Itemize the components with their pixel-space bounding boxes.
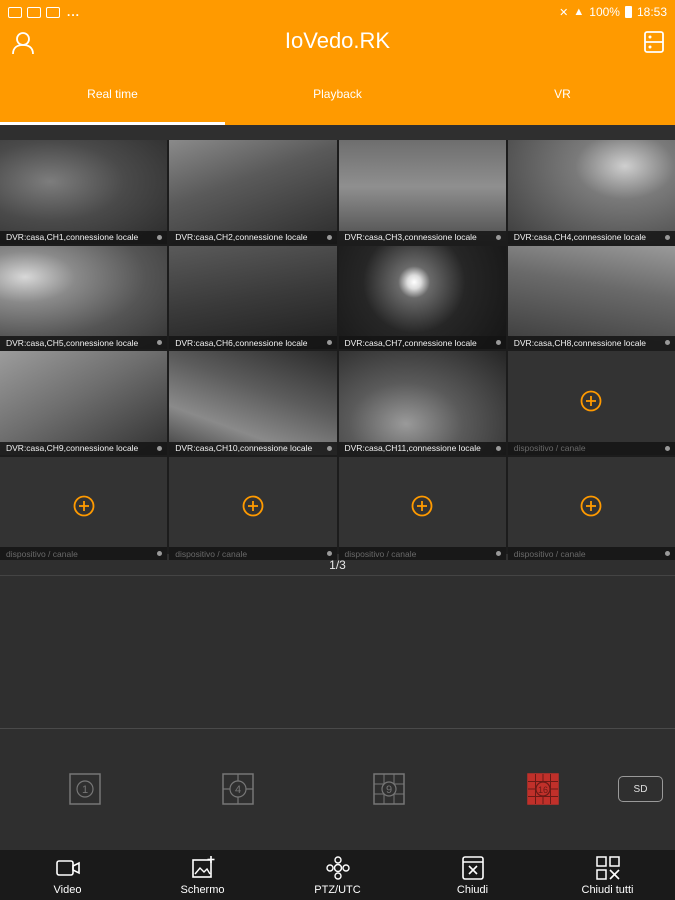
bottom-toolbar: Video Schermo PTZ/UTC Chiudi Chiudi tutt… [0,850,675,900]
close-all-icon [595,856,620,880]
camera-tile[interactable]: DVR:casa,CH2,connessione locale [169,140,337,244]
status-dot [157,234,163,240]
camera-grid: DVR:casa,CH1,connessione locale DVR:casa,… [0,140,675,560]
add-channel-icon[interactable] [242,495,264,517]
status-dot [665,340,670,345]
status-dot [495,234,501,240]
camera-label: DVR:casa,CH6,connessione locale [169,336,337,349]
add-channel-icon[interactable] [411,495,433,517]
camera-tile[interactable]: DVR:casa,CH7,connessione locale [338,245,506,349]
split-9-button[interactable]: 9 [373,773,405,805]
sd-quality-button[interactable]: SD [618,776,663,802]
camera-label: DVR:casa,CH4,connessione locale [507,230,675,244]
add-channel-icon[interactable] [580,495,602,517]
camera-feed [338,351,506,455]
divider [0,728,675,729]
camera-feed [169,140,337,244]
camera-feed [0,245,168,349]
close-button[interactable]: Chiudi [405,850,540,900]
svg-text:1: 1 [82,784,88,796]
camera-tile[interactable]: DVR:casa,CH9,connessione locale [0,351,168,455]
app-root: ... ✕ ▲ 100% 18:53 IoVedo.RK Real time P… [0,0,675,900]
signal-icon: ▲ [573,6,585,18]
close-window-icon [461,856,484,880]
ptz-icon [325,856,350,880]
camera-label: DVR:casa,CH11,connessione locale [338,441,506,455]
video-button[interactable]: Video [0,850,135,900]
empty-channel-tile: dispositivo / canale [0,456,168,560]
camera-label: DVR:casa,CH5,connessione locale [0,336,168,349]
svg-text:9: 9 [386,784,392,796]
tab-vr[interactable]: VR [450,79,675,125]
camera-tile[interactable]: DVR:casa,CH8,connessione locale [507,245,675,349]
add-channel-icon[interactable] [580,390,602,412]
camera-tile[interactable]: DVR:casa,CH1,connessione locale [0,140,168,244]
vibrate-icon: ✕ [559,6,569,19]
video-icon [55,860,80,876]
camera-label: DVR:casa,CH8,connessione locale [507,336,675,349]
empty-channel-label: dispositivo / canale [507,441,675,455]
svg-text:16: 16 [538,785,548,795]
camera-feed [0,140,168,244]
camera-feed [169,245,337,349]
status-dot [495,445,501,451]
notification-gallery-icon [27,6,41,18]
camera-tile[interactable]: DVR:casa,CH11,connessione locale [338,351,506,455]
notification-image-icon [46,6,60,18]
camera-tile[interactable]: DVR:casa,CH4,connessione locale [507,140,675,244]
camera-label: DVR:casa,CH3,connessione locale [338,230,506,244]
camera-label: DVR:casa,CH10,connessione locale [169,441,337,455]
empty-channel-tile: dispositivo / canale [338,456,506,560]
status-dot [665,445,670,451]
battery-icon [624,6,632,18]
tab-playback[interactable]: Playback [225,79,450,125]
status-more: ... [67,5,81,19]
ptz-button[interactable]: PTZ/UTC [270,850,405,900]
status-dot [157,340,163,345]
camera-label: DVR:casa,CH2,connessione locale [169,230,337,244]
camera-label: DVR:casa,CH7,connessione locale [338,336,506,349]
svg-text:4: 4 [235,784,241,796]
split-selector: 1 4 9 16 SD [0,770,675,810]
app-title: IoVedo.RK [284,28,391,53]
camera-feed [169,351,337,455]
camera-label: DVR:casa,CH1,connessione locale [0,230,168,244]
camera-feed [0,351,168,455]
page-indicator: 1/3 [0,554,675,576]
notification-gallery-icon [8,6,22,18]
status-dot [326,445,332,451]
camera-tile[interactable]: DVR:casa,CH10,connessione locale [169,351,337,455]
status-dot [326,234,332,240]
add-channel-icon[interactable] [73,495,95,517]
screenshot-button[interactable]: Schermo [135,850,270,900]
status-dot [665,234,670,240]
camera-tile[interactable]: DVR:casa,CH6,connessione locale [169,245,337,349]
camera-feed [507,245,675,349]
camera-feed [338,140,506,244]
battery-level: 100% [589,5,620,19]
split-16-button[interactable]: 16 [527,773,559,805]
status-bar: ... ✕ ▲ 100% 18:53 [0,0,675,24]
status-dot [157,445,163,451]
split-1-button[interactable]: 1 [69,773,101,805]
status-time: 18:53 [636,5,667,19]
status-dot [495,340,501,345]
camera-tile[interactable]: DVR:casa,CH3,connessione locale [338,140,506,244]
camera-tile[interactable]: DVR:casa,CH5,connessione locale [0,245,168,349]
screenshot-icon [191,856,214,878]
status-dot [326,340,332,345]
tab-real-time[interactable]: Real time [0,79,225,125]
close-all-button[interactable]: Chiudi tutti [540,850,675,900]
device-list-icon[interactable] [643,30,665,54]
empty-channel-tile: dispositivo / canale [507,351,675,455]
empty-channel-tile: dispositivo / canale [169,456,337,560]
camera-label: DVR:casa,CH9,connessione locale [0,441,168,455]
app-header: IoVedo.RK Real time Playback VR [0,24,675,125]
camera-feed [507,140,675,244]
camera-feed [338,245,506,349]
tab-bar: Real time Playback VR [0,79,675,125]
empty-channel-tile: dispositivo / canale [507,456,675,560]
split-4-button[interactable]: 4 [222,773,254,805]
